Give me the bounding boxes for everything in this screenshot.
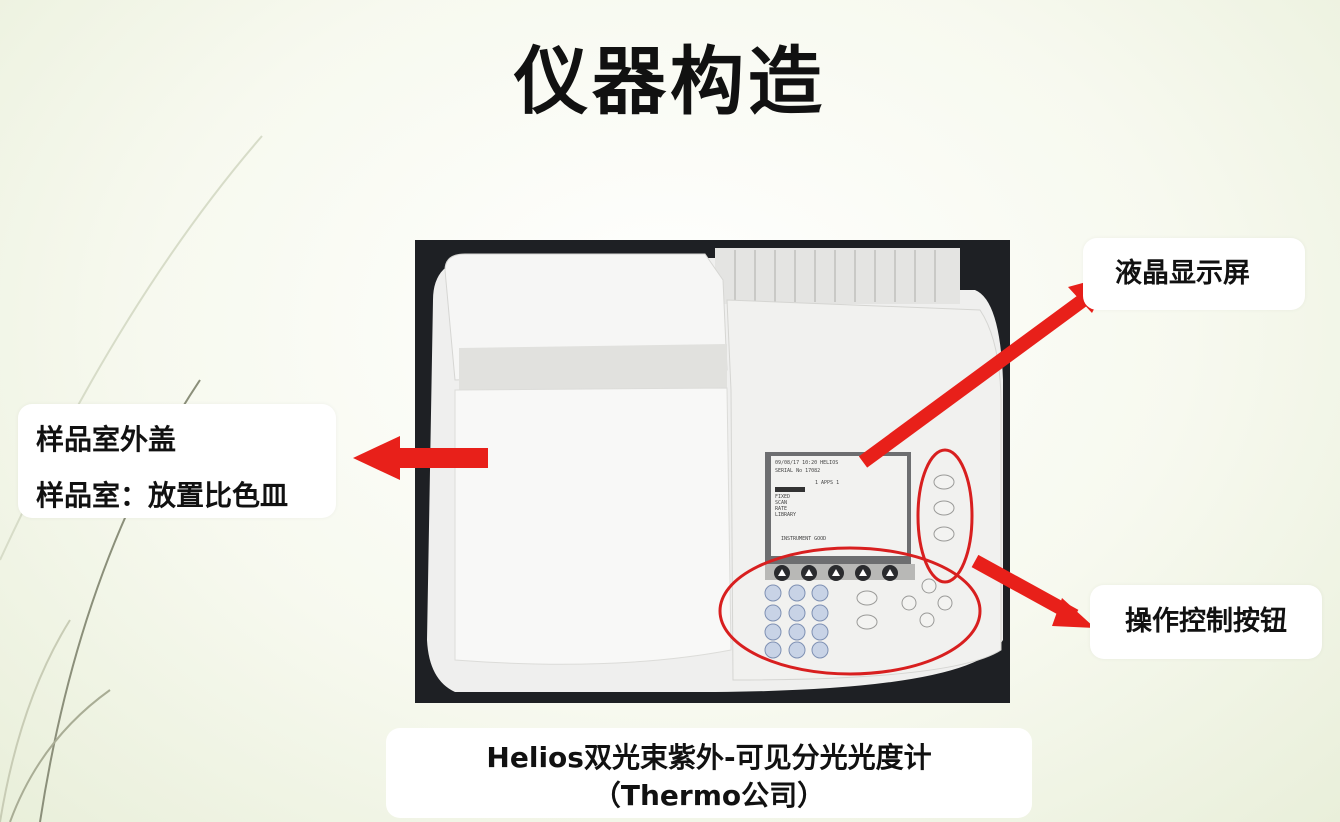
slide-title: 仪器构造 xyxy=(514,39,826,125)
sample-chamber-label: 样品室：放置比色皿 xyxy=(36,479,289,512)
caption-line-1: Helios双光束紫外-可见分光光度计 xyxy=(486,741,932,774)
control-buttons-label: 操作控制按钮 xyxy=(1090,585,1322,659)
spectrophotometer-photo: 09/08/17 10:20 HELIOS SERIAL No 17082 1 … xyxy=(415,240,1010,703)
caption-line-2: （Thermo公司） xyxy=(592,779,826,812)
svg-text:INSTRUMENT GOOD: INSTRUMENT GOOD xyxy=(781,536,826,542)
sample-cover-label: 样品室外盖 xyxy=(36,423,177,456)
svg-text:1 APPS 1: 1 APPS 1 xyxy=(815,480,839,486)
lcd-screen-label: 液晶显示屏 xyxy=(1083,238,1305,310)
instrument-caption: Helios双光束紫外-可见分光光度计 （Thermo公司） xyxy=(386,728,1032,818)
svg-text:09/08/17 10:20 HELIOS: 09/08/17 10:20 HELIOS xyxy=(775,460,838,466)
sample-compartment-label-box: 样品室外盖 样品室：放置比色皿 xyxy=(18,404,336,518)
svg-text:SERIAL No 17082: SERIAL No 17082 xyxy=(775,468,820,474)
svg-text:LIBRARY: LIBRARY xyxy=(775,512,796,518)
